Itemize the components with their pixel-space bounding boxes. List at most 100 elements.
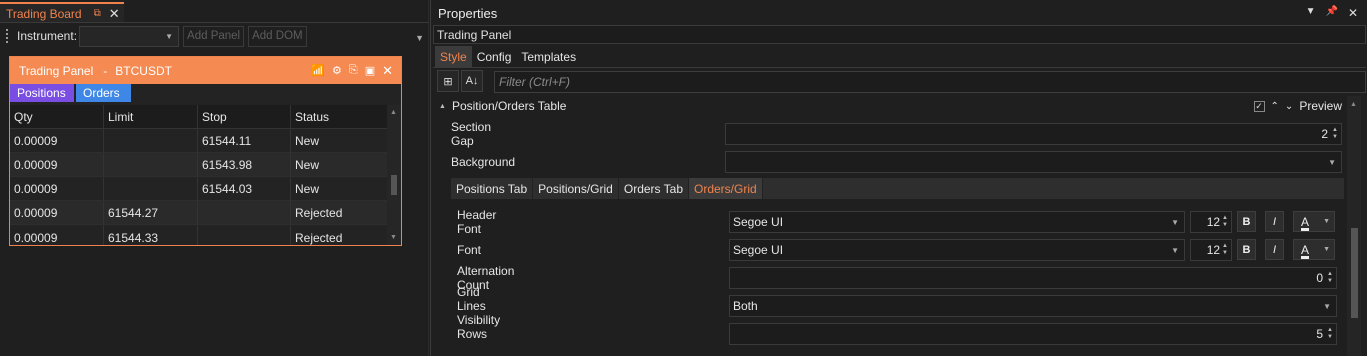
scrollbar-thumb[interactable] bbox=[391, 175, 397, 195]
chevron-down-icon: ▼ bbox=[1323, 301, 1331, 311]
cell-status: Rejected bbox=[295, 205, 343, 220]
properties-header: Properties ▼ 📌 ✕ bbox=[435, 2, 1364, 24]
spin-icon[interactable]: ▲ ▼ bbox=[1222, 215, 1231, 229]
tab-positions[interactable]: Positions bbox=[10, 84, 74, 102]
grid-lines-select[interactable]: Both ▼ bbox=[729, 295, 1337, 317]
toolbar-overflow-icon[interactable]: ▼ bbox=[415, 33, 424, 43]
font-size-value: 12 bbox=[1206, 243, 1221, 257]
sort-alpha-icon[interactable]: A↓ bbox=[461, 70, 483, 92]
section-title: Position/Orders Table bbox=[451, 99, 567, 113]
add-dom-button[interactable]: Add DOM bbox=[248, 25, 307, 47]
selected-object-field[interactable]: Trading Panel bbox=[433, 25, 1366, 44]
cell-qty: 0.00009 bbox=[10, 177, 104, 200]
scroll-up-icon[interactable]: ▲ bbox=[1350, 101, 1357, 108]
close-icon[interactable]: ✕ bbox=[382, 63, 393, 79]
trading-board-tab[interactable]: Trading Board ⧉ ✕ bbox=[0, 2, 124, 23]
font-select[interactable]: Segoe UI ▼ bbox=[729, 239, 1185, 261]
bold-button[interactable]: B bbox=[1237, 239, 1256, 260]
cell-limit bbox=[104, 129, 198, 152]
chevron-up-icon[interactable]: ⌃ bbox=[1271, 101, 1279, 112]
cell-status: New bbox=[295, 157, 320, 172]
chevron-down-icon: ▼ bbox=[1323, 218, 1330, 225]
cell-qty: 0.00009 bbox=[10, 129, 104, 152]
table-row[interactable]: 0.00009 61543.98 New bbox=[10, 153, 388, 177]
background-label: Background bbox=[451, 155, 516, 169]
column-header-status[interactable]: Status bbox=[291, 105, 388, 128]
cell-qty: 0.00009 bbox=[10, 225, 104, 245]
column-header-qty[interactable]: Qty bbox=[10, 105, 104, 128]
tab-style[interactable]: Style bbox=[435, 46, 472, 67]
cell-qty: 0.00009 bbox=[10, 153, 104, 176]
float-icon[interactable]: ⧉ bbox=[94, 8, 101, 19]
table-row[interactable]: 0.00009 61544.27 Rejected bbox=[10, 201, 388, 225]
pin-icon[interactable]: 📌 bbox=[1325, 6, 1337, 20]
close-icon[interactable]: ✕ bbox=[1348, 6, 1358, 20]
categorized-view-icon[interactable]: ⊞ bbox=[437, 70, 459, 92]
rows-value: 5 bbox=[1316, 327, 1324, 341]
subtab-orders-tab[interactable]: Orders Tab bbox=[619, 178, 689, 199]
subtab-positions-grid[interactable]: Positions/Grid bbox=[533, 178, 619, 199]
header-font-size[interactable]: 12 ▲ ▼ bbox=[1190, 211, 1232, 233]
tab-config[interactable]: Config bbox=[472, 46, 517, 67]
filter-input[interactable]: Filter (Ctrl+F) bbox=[494, 71, 1366, 93]
column-header-stop[interactable]: Stop bbox=[198, 105, 291, 128]
property-tools: ⊞ A↓ bbox=[437, 70, 483, 92]
tab-templates[interactable]: Templates bbox=[516, 46, 581, 67]
preview-checkbox[interactable]: ✓ bbox=[1253, 100, 1265, 112]
dropdown-icon[interactable]: ▼ bbox=[1306, 6, 1316, 20]
table-row[interactable]: 0.00009 61544.33 Rejected bbox=[10, 225, 388, 245]
column-header-limit[interactable]: Limit bbox=[104, 105, 198, 128]
chart-icon[interactable]: 📶 bbox=[311, 64, 325, 77]
font-color-button[interactable]: A ▼ bbox=[1293, 239, 1335, 260]
gear-icon[interactable]: ⚙ bbox=[332, 64, 342, 77]
scrollbar-thumb[interactable] bbox=[1351, 228, 1358, 318]
alternation-count-input[interactable]: 0 ▲ ▼ bbox=[729, 267, 1337, 289]
properties-scrollbar[interactable]: ▲ bbox=[1347, 96, 1361, 356]
alternation-count-value: 0 bbox=[1316, 271, 1324, 285]
background-select[interactable]: ▼ bbox=[725, 151, 1342, 173]
subtab-positions-tab[interactable]: Positions Tab bbox=[451, 178, 534, 199]
text-color-icon: A bbox=[1301, 214, 1310, 229]
cell-status: Rejected bbox=[295, 231, 343, 245]
grid-scrollbar[interactable]: ▲ ▼ bbox=[387, 105, 401, 245]
chevron-down-icon[interactable]: ⌄ bbox=[1285, 101, 1293, 112]
toolbar-grip-icon[interactable] bbox=[6, 29, 9, 43]
header-font-label: Header Font bbox=[457, 208, 497, 236]
cell-limit: 61544.33 bbox=[104, 225, 198, 245]
spin-icon[interactable]: ▲ ▼ bbox=[1332, 127, 1341, 141]
instrument-select[interactable]: ▼ bbox=[79, 25, 180, 47]
font-size[interactable]: 12 ▲ ▼ bbox=[1190, 239, 1232, 261]
scroll-down-icon[interactable]: ▼ bbox=[390, 234, 397, 241]
spin-icon[interactable]: ▲ ▼ bbox=[1222, 243, 1231, 257]
header-bold-button[interactable]: B bbox=[1237, 211, 1256, 232]
section-header-position-orders-table[interactable]: ▲ Position/Orders Table ✓ ⌃ ⌄ Preview bbox=[434, 96, 1344, 116]
table-row[interactable]: 0.00009 61544.11 New bbox=[10, 129, 388, 153]
spin-icon[interactable]: ▲ ▼ bbox=[1327, 327, 1336, 341]
header-color-button[interactable]: A ▼ bbox=[1293, 211, 1335, 232]
rows-input[interactable]: 5 ▲ ▼ bbox=[729, 323, 1337, 345]
tab-divider bbox=[433, 67, 1366, 68]
instrument-label: Instrument: bbox=[17, 29, 78, 43]
maximize-icon[interactable]: ▣ bbox=[365, 64, 375, 77]
cell-qty: 0.00009 bbox=[10, 201, 104, 224]
collapse-icon[interactable]: ▲ bbox=[439, 103, 446, 110]
properties-title: Properties bbox=[438, 5, 498, 21]
table-row[interactable]: 0.00009 61544.03 New bbox=[10, 177, 388, 201]
header-italic-button[interactable]: I bbox=[1265, 211, 1284, 232]
close-icon[interactable]: ✕ bbox=[109, 6, 120, 22]
tab-orders[interactable]: Orders bbox=[76, 84, 131, 102]
cell-stop: 61544.11 bbox=[198, 129, 291, 152]
preview-label: Preview bbox=[1299, 99, 1342, 113]
trading-panel-header[interactable]: Trading Panel - BTCUSDT 📶 ⚙ ⎘ ▣ ✕ bbox=[10, 57, 401, 84]
chevron-down-icon: ▼ bbox=[1328, 157, 1336, 167]
scroll-up-icon[interactable]: ▲ bbox=[390, 109, 397, 116]
header-font-select[interactable]: Segoe UI ▼ bbox=[729, 211, 1185, 233]
export-icon[interactable]: ⎘ bbox=[349, 64, 358, 77]
add-panel-button[interactable]: Add Panel bbox=[183, 25, 245, 47]
section-gap-input[interactable]: 2 ▲ ▼ bbox=[725, 123, 1342, 145]
italic-button[interactable]: I bbox=[1265, 239, 1284, 260]
subtab-orders-grid[interactable]: Orders/Grid bbox=[689, 178, 763, 199]
cell-status: New bbox=[295, 133, 320, 148]
spin-icon[interactable]: ▲ ▼ bbox=[1327, 271, 1336, 285]
trading-panel: Trading Panel - BTCUSDT 📶 ⚙ ⎘ ▣ ✕ Positi… bbox=[9, 56, 402, 246]
